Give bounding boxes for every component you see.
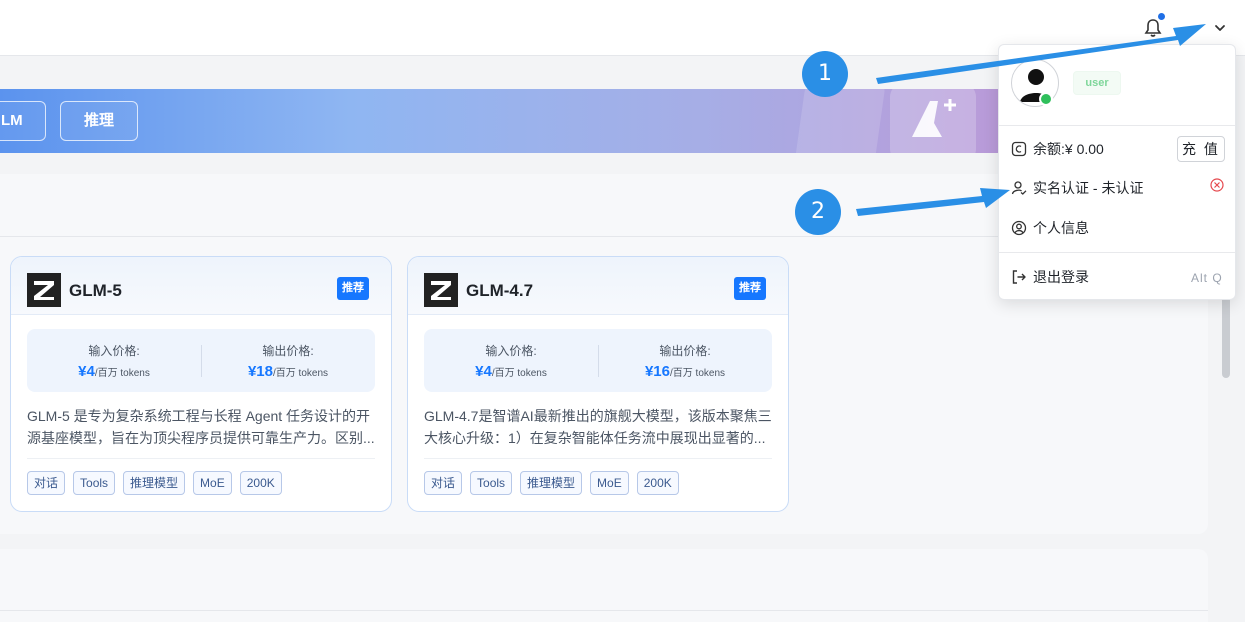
tag-chat[interactable]: 对话 [424,471,463,495]
user-role-badge: user [1073,71,1121,95]
input-price-label: 输入价格: [485,344,537,358]
price-unit: /百万 tokens [491,368,547,379]
profile-item[interactable]: 个人信息 [1011,217,1223,239]
model-card-glm-4-7[interactable]: GLM-4.7 推荐 输入价格: ¥4/百万 tokens 输出价格: ¥16/… [407,256,789,512]
unverified-close-circle-icon [1210,178,1224,192]
tag-reasoning[interactable]: 推理模型 [123,471,186,495]
tag-context[interactable]: 200K [239,471,282,495]
user-circle-icon [1011,220,1027,236]
input-price: 输入价格: ¥4/百万 tokens [424,329,598,392]
step-1-marker: 1 [802,51,848,97]
user-menu-dropdown: user 余额:¥ 0.00 充 值 实名认证 - 未认证 个人信息 退出登录 … [998,44,1236,300]
output-price: 输出价格: ¥16/百万 tokens [598,329,772,392]
output-price: 输出价格: ¥18/百万 tokens [201,329,375,392]
zhipu-logo-icon [424,273,458,307]
output-price-value-row: ¥18/百万 tokens [201,363,375,381]
price-unit: /百万 tokens [273,368,329,379]
description-line: GLM-4.7是智谱AI最新推出的旗舰大模型，该版本聚焦三 [424,408,772,424]
model-tags: 对话 Tools 推理模型 MoE 200K [27,471,290,495]
input-price-value-row: ¥4/百万 tokens [424,363,598,381]
user-verify-icon [1011,181,1027,195]
recommended-badge: 推荐 [734,277,766,300]
divider [0,610,1208,611]
zhipu-logo-icon [27,273,61,307]
tag-context[interactable]: 200K [636,471,679,495]
logout-shortcut: Alt Q [1191,271,1223,285]
online-status-dot [1039,92,1053,106]
banner-logo-icon [912,99,956,137]
description-line: 源基座模型，旨在为顶尖程序员提供可靠生产力。区别... [27,430,375,446]
card-header: GLM-4.7 推荐 [408,257,788,315]
divider [999,252,1235,253]
banner-decoration [793,89,887,153]
card-header: GLM-5 推荐 [11,257,391,315]
output-price-label: 输出价格: [659,344,711,358]
model-name: GLM-4.7 [466,281,534,300]
profile-text: 个人信息 [1033,220,1089,236]
price-box: 输入价格: ¥4/百万 tokens 输出价格: ¥18/百万 tokens [27,329,375,392]
price-unit: /百万 tokens [94,368,150,379]
description-line: 大核心升级：1）在复杂智能体任务流中展现出显著的... [424,430,766,446]
logout-text: 退出登录 [1033,269,1089,285]
model-description: GLM-5 是专为复杂系统工程与长程 Agent 任务设计的开 源基座模型，旨在… [27,405,377,449]
coin-icon [1011,141,1027,157]
step-2-marker: 2 [795,189,841,235]
tag-tools[interactable]: Tools [73,471,116,495]
category-button-glm[interactable]: LM [0,101,46,141]
tag-chat[interactable]: 对话 [27,471,66,495]
price-box: 输入价格: ¥4/百万 tokens 输出价格: ¥16/百万 tokens [424,329,772,392]
output-price-value: ¥16 [644,363,670,380]
bell-icon[interactable] [1144,18,1162,38]
divider [999,125,1235,126]
price-unit: /百万 tokens [670,368,726,379]
output-price-label: 输出价格: [262,344,314,358]
real-name-verification-item[interactable]: 实名认证 - 未认证 [1011,177,1223,199]
divider [27,458,375,459]
recharge-button[interactable]: 充 值 [1177,136,1225,162]
input-price-value-row: ¥4/百万 tokens [27,363,201,381]
tag-moe[interactable]: MoE [590,471,629,495]
recommended-badge: 推荐 [337,277,369,300]
tag-moe[interactable]: MoE [193,471,232,495]
logout-icon [1012,270,1026,284]
chevron-down-icon[interactable] [1212,20,1228,36]
notification-dot [1158,13,1165,20]
model-description: GLM-4.7是智谱AI最新推出的旗舰大模型，该版本聚焦三 大核心升级：1）在复… [424,405,774,449]
tag-tools[interactable]: Tools [470,471,513,495]
model-name: GLM-5 [69,281,122,300]
secondary-panel [0,549,1208,622]
output-price-value-row: ¥16/百万 tokens [598,363,772,381]
input-price-value: ¥4 [475,363,492,380]
input-price-label: 输入价格: [88,344,140,358]
input-price: 输入价格: ¥4/百万 tokens [27,329,201,392]
verification-status-text: 实名认证 - 未认证 [1033,180,1144,196]
balance-text: 余额:¥ 0.00 [1033,141,1104,157]
output-price-value: ¥18 [247,363,273,380]
description-line: GLM-5 是专为复杂系统工程与长程 Agent 任务设计的开 [27,408,371,424]
divider [424,458,772,459]
tag-reasoning[interactable]: 推理模型 [520,471,583,495]
model-card-glm-5[interactable]: GLM-5 推荐 输入价格: ¥4/百万 tokens 输出价格: ¥18/百万… [10,256,392,512]
category-button-reasoning[interactable]: 推理 [60,101,138,141]
model-tags: 对话 Tools 推理模型 MoE 200K [424,471,687,495]
category-banner: LM 推理 [0,89,1000,153]
input-price-value: ¥4 [78,363,95,380]
